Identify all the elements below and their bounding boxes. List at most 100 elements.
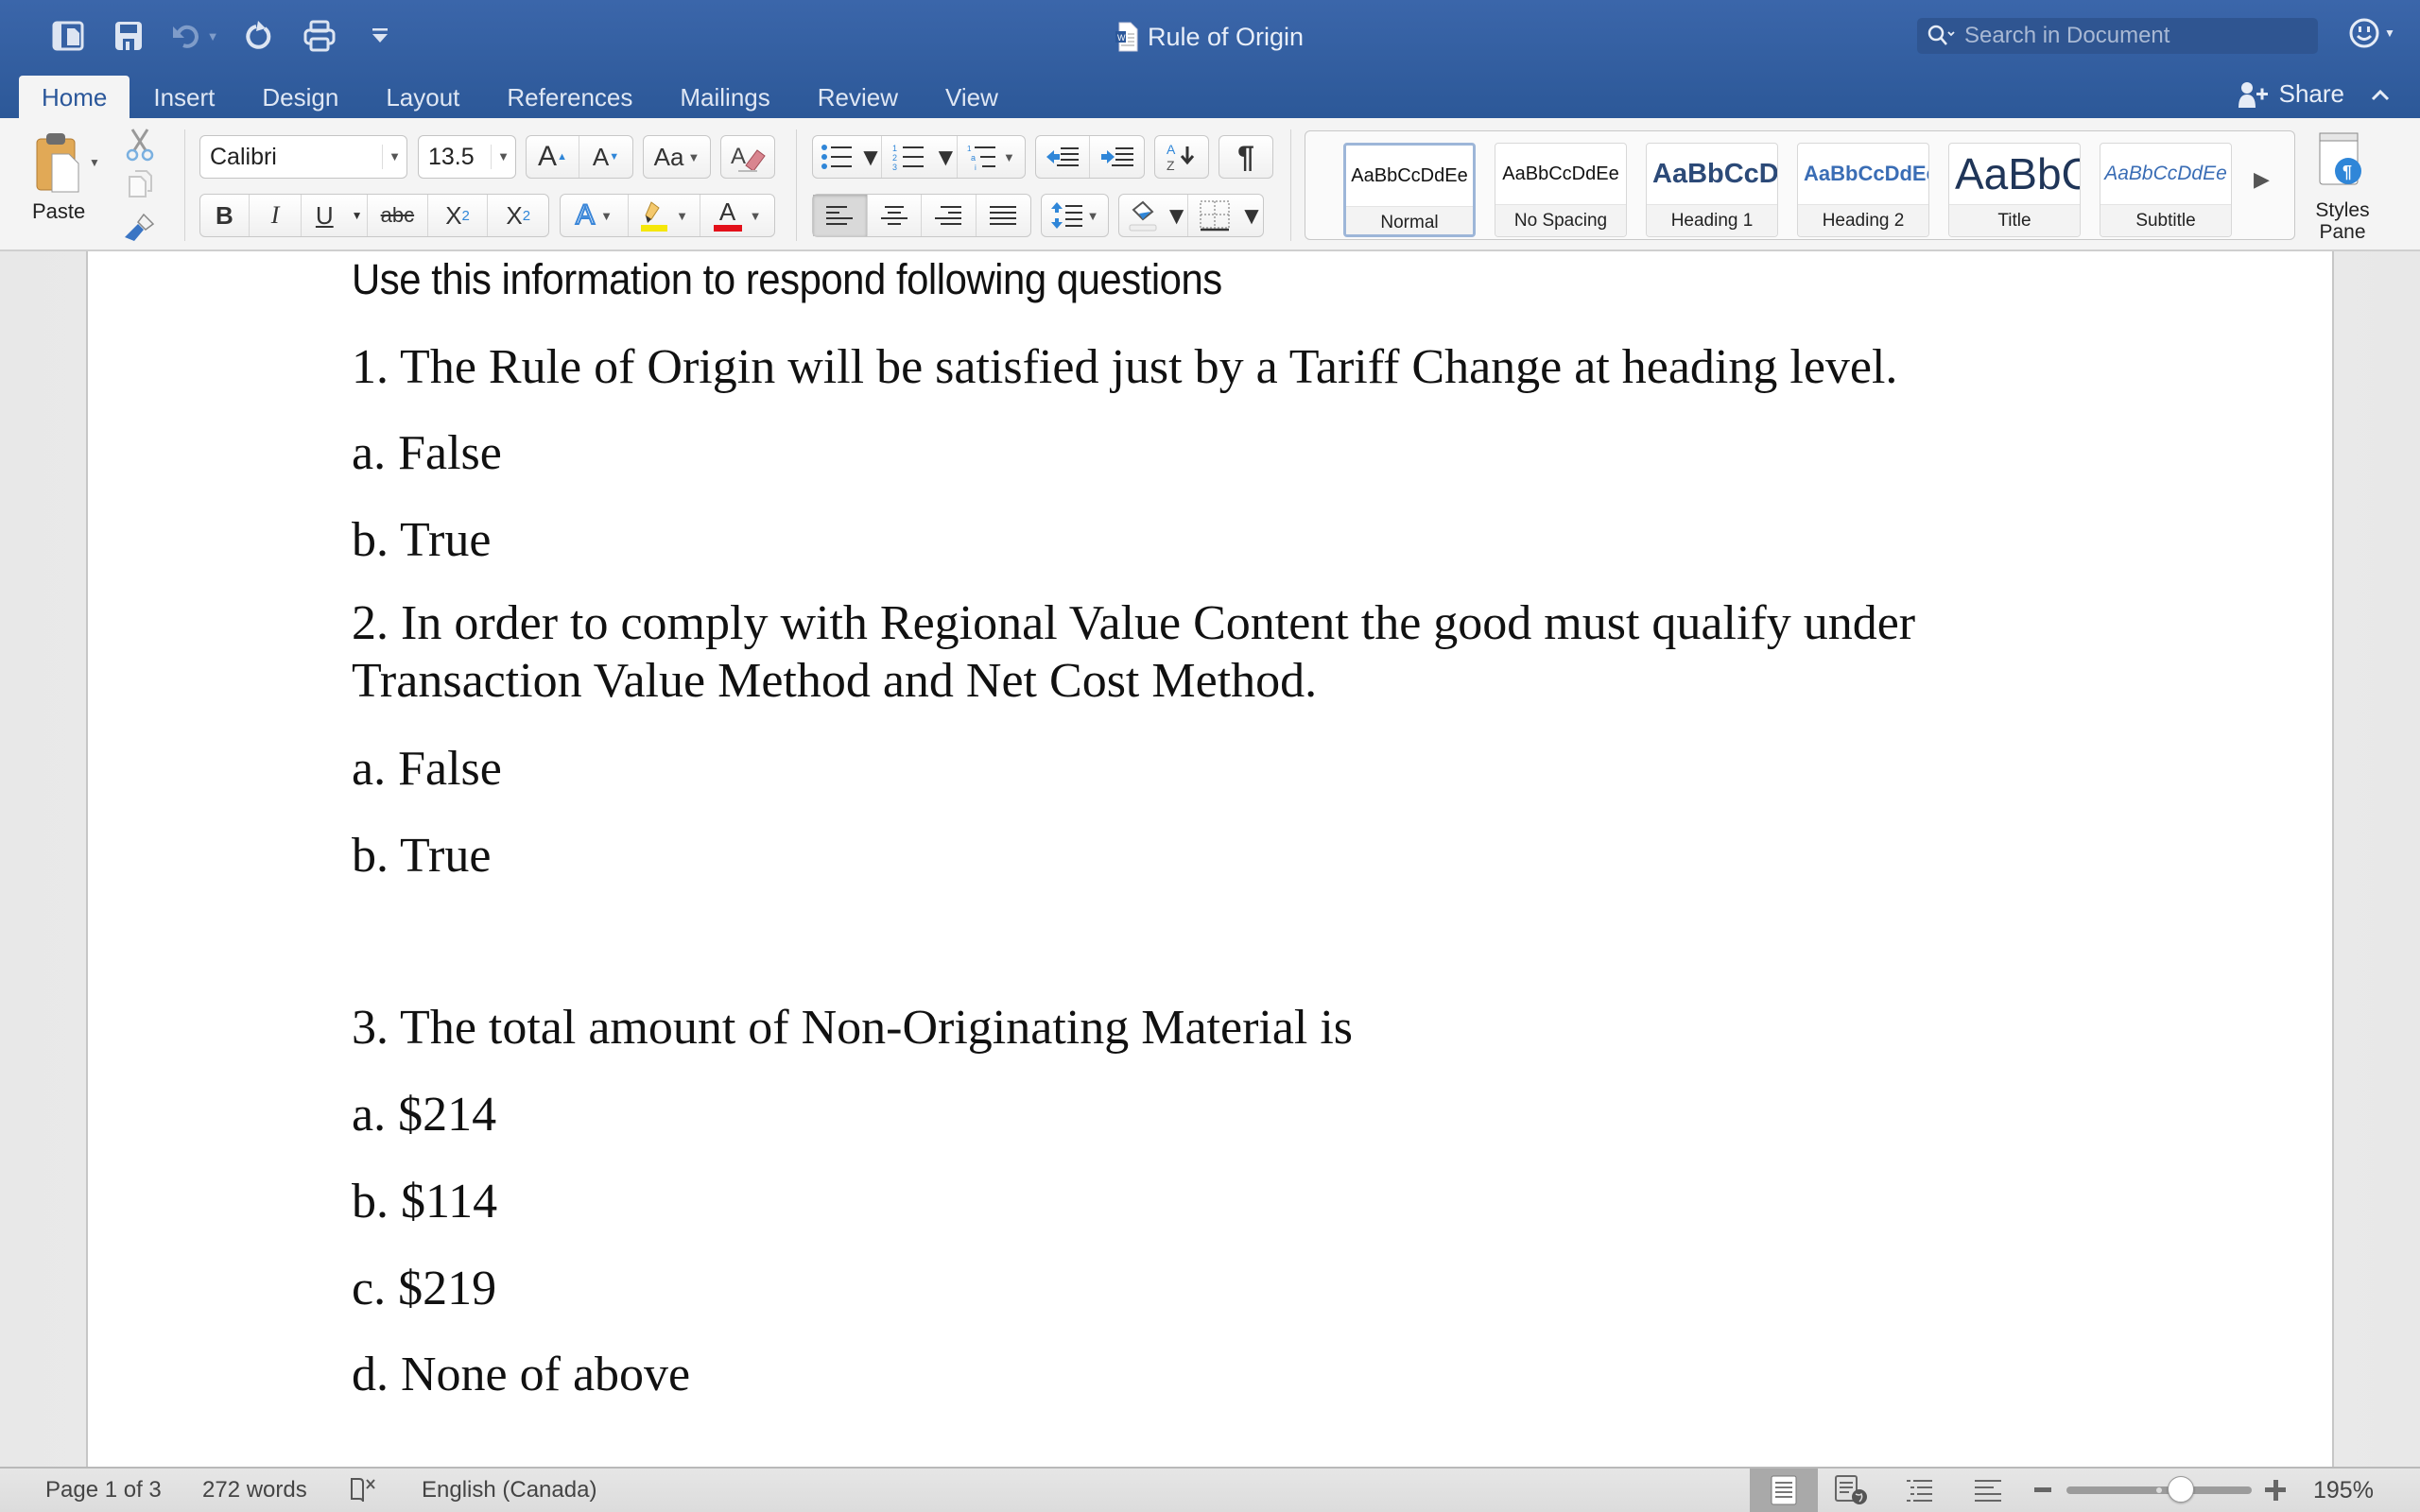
feedback-button[interactable]: ▼: [2348, 17, 2395, 49]
shading-dropdown-icon[interactable]: ▼: [1165, 195, 1188, 236]
shading-borders-group: ▼ ▼: [1118, 194, 1264, 237]
change-case-dropdown-icon[interactable]: ▼: [687, 150, 700, 164]
font-name-input[interactable]: [200, 136, 382, 178]
tab-layout[interactable]: Layout: [362, 76, 483, 118]
undo-dropdown-icon[interactable]: ▼: [207, 29, 219, 43]
borders-dropdown-icon[interactable]: ▼: [1239, 195, 1264, 236]
save-button[interactable]: [98, 17, 159, 55]
question-2-option-a: a. False: [352, 742, 502, 796]
styles-pane-button[interactable]: ¶: [2299, 131, 2384, 195]
svg-text:1: 1: [967, 145, 972, 153]
svg-text:i: i: [975, 163, 977, 171]
style-subtitle[interactable]: AaBbCcDdEe Subtitle: [2100, 143, 2232, 237]
print-layout-view-button[interactable]: [1750, 1469, 1818, 1512]
show-formatting-marks-button[interactable]: ¶: [1219, 135, 1273, 179]
redo-button[interactable]: [229, 17, 289, 55]
document-title: W Rule of Origin: [1115, 17, 1304, 57]
search-input[interactable]: [1964, 23, 2286, 49]
draft-view-button[interactable]: [1954, 1469, 2022, 1512]
zoom-slider[interactable]: [2066, 1486, 2252, 1494]
search-box[interactable]: [1917, 18, 2318, 54]
numbering-dropdown-icon[interactable]: ▼: [933, 136, 958, 178]
bold-button[interactable]: B: [200, 195, 250, 236]
cut-icon[interactable]: [125, 128, 155, 162]
web-layout-view-button[interactable]: [1818, 1469, 1886, 1512]
superscript-button[interactable]: X2: [488, 195, 548, 236]
sort-button[interactable]: AZ: [1154, 135, 1209, 179]
print-button[interactable]: [289, 17, 350, 55]
style-title[interactable]: AaBbC Title: [1948, 143, 2081, 237]
style-normal[interactable]: AaBbCcDdEe Normal: [1343, 143, 1476, 237]
collapse-ribbon-icon[interactable]: [2369, 87, 2392, 102]
paste-button[interactable]: [21, 131, 98, 198]
tab-mailings[interactable]: Mailings: [656, 76, 793, 118]
font-color-dropdown-icon: ▼: [749, 208, 762, 223]
undo-button[interactable]: ▼: [159, 17, 229, 55]
change-case-button[interactable]: Aa ▼: [643, 135, 711, 179]
tab-view[interactable]: View: [922, 76, 1022, 118]
style-heading-1[interactable]: AaBbCcDd Heading 1: [1646, 143, 1778, 237]
tab-home[interactable]: Home: [19, 76, 130, 118]
increase-indent-button[interactable]: [1090, 136, 1144, 178]
line-spacing-button[interactable]: ▼: [1041, 194, 1109, 237]
text-effects-button[interactable]: A ▼: [561, 195, 629, 236]
align-left-button[interactable]: [813, 195, 868, 236]
bullets-dropdown-icon[interactable]: ▼: [858, 136, 883, 178]
justify-button[interactable]: [977, 195, 1031, 236]
font-color-button[interactable]: A ▼: [700, 195, 774, 236]
zoom-slider-thumb[interactable]: [2168, 1476, 2195, 1503]
word-count[interactable]: 272 words: [202, 1469, 307, 1512]
subscript-button[interactable]: X2: [428, 195, 489, 236]
font-size-combobox[interactable]: ▼: [418, 135, 516, 179]
tab-insert[interactable]: Insert: [130, 76, 238, 118]
clear-formatting-button[interactable]: A: [720, 135, 775, 179]
italic-button[interactable]: I: [250, 195, 302, 236]
underline-button[interactable]: U: [302, 195, 347, 236]
zoom-in-button[interactable]: [2265, 1480, 2286, 1501]
document-area: Use this information to respond followin…: [0, 251, 2420, 1467]
align-right-button[interactable]: [922, 195, 977, 236]
customize-toolbar-button[interactable]: [350, 17, 410, 55]
page-count[interactable]: Page 1 of 3: [45, 1469, 162, 1512]
font-name-dropdown-icon[interactable]: ▼: [382, 144, 406, 170]
shrink-font-button[interactable]: A ▼: [579, 136, 632, 178]
grow-font-button[interactable]: A ▲: [527, 136, 580, 178]
paste-dropdown-icon[interactable]: ▼: [89, 156, 100, 169]
font-name-combobox[interactable]: ▼: [199, 135, 407, 179]
bullets-button[interactable]: [813, 136, 859, 178]
shading-button[interactable]: [1119, 195, 1166, 236]
strikethrough-button[interactable]: abc: [368, 195, 428, 236]
style-heading-2[interactable]: AaBbCcDdEe Heading 2: [1797, 143, 1929, 237]
format-painter-icon[interactable]: [123, 211, 157, 245]
zoom-level[interactable]: 195%: [2313, 1469, 2374, 1512]
svg-text:1: 1: [892, 144, 897, 153]
copy-icon[interactable]: [127, 169, 153, 199]
decrease-indent-button[interactable]: [1036, 136, 1091, 178]
language[interactable]: English (Canada): [422, 1469, 596, 1512]
tab-design[interactable]: Design: [238, 76, 362, 118]
highlight-button[interactable]: ▼: [629, 195, 700, 236]
numbering-icon: 123: [892, 144, 925, 171]
zoom-out-button[interactable]: [2034, 1487, 2051, 1492]
justify-icon: [990, 206, 1017, 225]
tab-references[interactable]: References: [483, 76, 656, 118]
font-size-dropdown-icon[interactable]: ▼: [491, 144, 515, 170]
style-no-spacing[interactable]: AaBbCcDdEe No Spacing: [1495, 143, 1627, 237]
underline-dropdown-icon[interactable]: ▼: [347, 195, 369, 236]
proofing-button[interactable]: [348, 1469, 380, 1512]
font-size-input[interactable]: [419, 136, 491, 178]
outline-view-button[interactable]: [1886, 1469, 1954, 1512]
align-left-icon: [826, 206, 854, 225]
word-document-icon: W: [1115, 22, 1138, 52]
borders-button[interactable]: [1188, 195, 1240, 236]
numbering-button[interactable]: 123: [882, 136, 934, 178]
styles-gallery-next-arrow[interactable]: ▶: [2254, 167, 2270, 192]
share-button[interactable]: Share: [2238, 79, 2392, 109]
document-page[interactable]: Use this information to respond followin…: [86, 251, 2334, 1467]
sidebar-toggle-button[interactable]: [38, 17, 98, 55]
tab-review[interactable]: Review: [794, 76, 922, 118]
multilevel-list-button[interactable]: 1ai ▼: [958, 136, 1025, 178]
align-center-button[interactable]: [868, 195, 922, 236]
svg-text:A: A: [731, 144, 746, 169]
borders-icon: [1199, 200, 1230, 232]
